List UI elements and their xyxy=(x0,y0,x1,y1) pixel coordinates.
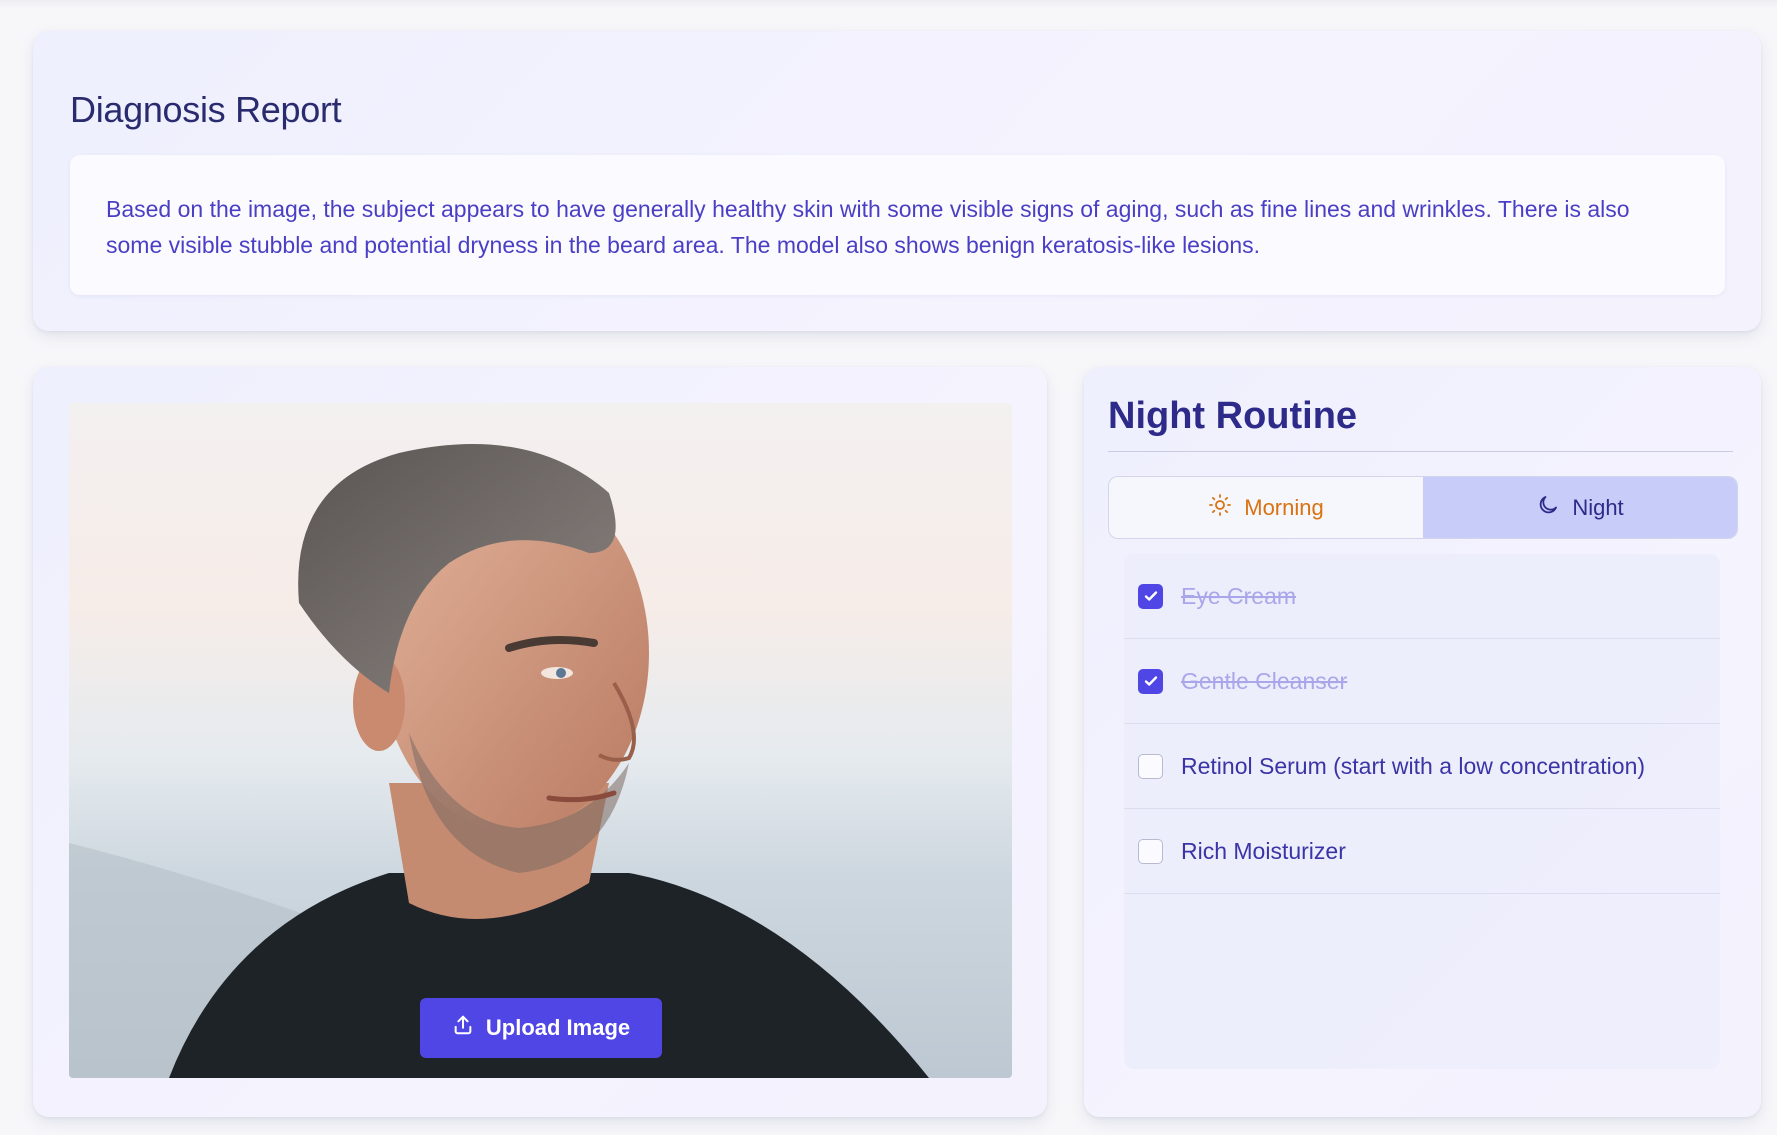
diagnosis-report-card: Diagnosis Report Based on the image, the… xyxy=(33,31,1761,331)
top-edge-shadow xyxy=(0,0,1777,8)
report-text: Based on the image, the subject appears … xyxy=(106,196,1630,258)
upload-button-label: Upload Image xyxy=(485,1015,631,1040)
tab-night[interactable]: Night xyxy=(1423,477,1737,538)
task-checkbox[interactable] xyxy=(1138,838,1163,864)
task-checkbox[interactable] xyxy=(1138,583,1163,609)
routine-card: Night Routine Morning Night Eye Cream Ge… xyxy=(1084,367,1761,1117)
portrait-photo xyxy=(69,403,1012,1078)
task-label: Retinol Serum (start with a low concentr… xyxy=(1181,752,1646,779)
task-checkbox[interactable] xyxy=(1138,668,1163,694)
list-item: Eye Cream xyxy=(1124,554,1720,639)
moon-icon xyxy=(1536,493,1560,523)
task-label: Eye Cream xyxy=(1181,582,1297,609)
routine-title: Night Routine xyxy=(1108,395,1358,437)
tab-morning-label: Morning xyxy=(1244,494,1324,520)
report-body: Based on the image, the subject appears … xyxy=(70,155,1725,295)
task-label: Rich Moisturizer xyxy=(1181,837,1346,864)
list-item: Rich Moisturizer xyxy=(1124,809,1720,894)
routine-toggle: Morning Night xyxy=(1108,476,1738,539)
upload-image-button[interactable]: Upload Image xyxy=(420,998,662,1058)
sun-icon xyxy=(1208,493,1232,523)
routine-divider xyxy=(1108,451,1733,452)
upload-icon xyxy=(452,1014,474,1042)
task-list: Eye Cream Gentle Cleanser Retinol Serum … xyxy=(1124,554,1720,1069)
portrait-illustration xyxy=(69,444,929,1078)
task-label: Gentle Cleanser xyxy=(1181,667,1348,694)
report-title: Diagnosis Report xyxy=(70,89,342,130)
tab-morning[interactable]: Morning xyxy=(1109,477,1423,538)
task-checkbox[interactable] xyxy=(1138,753,1163,779)
list-item: Gentle Cleanser xyxy=(1124,639,1720,724)
list-item: Retinol Serum (start with a low concentr… xyxy=(1124,724,1720,809)
tab-night-label: Night xyxy=(1572,494,1624,520)
